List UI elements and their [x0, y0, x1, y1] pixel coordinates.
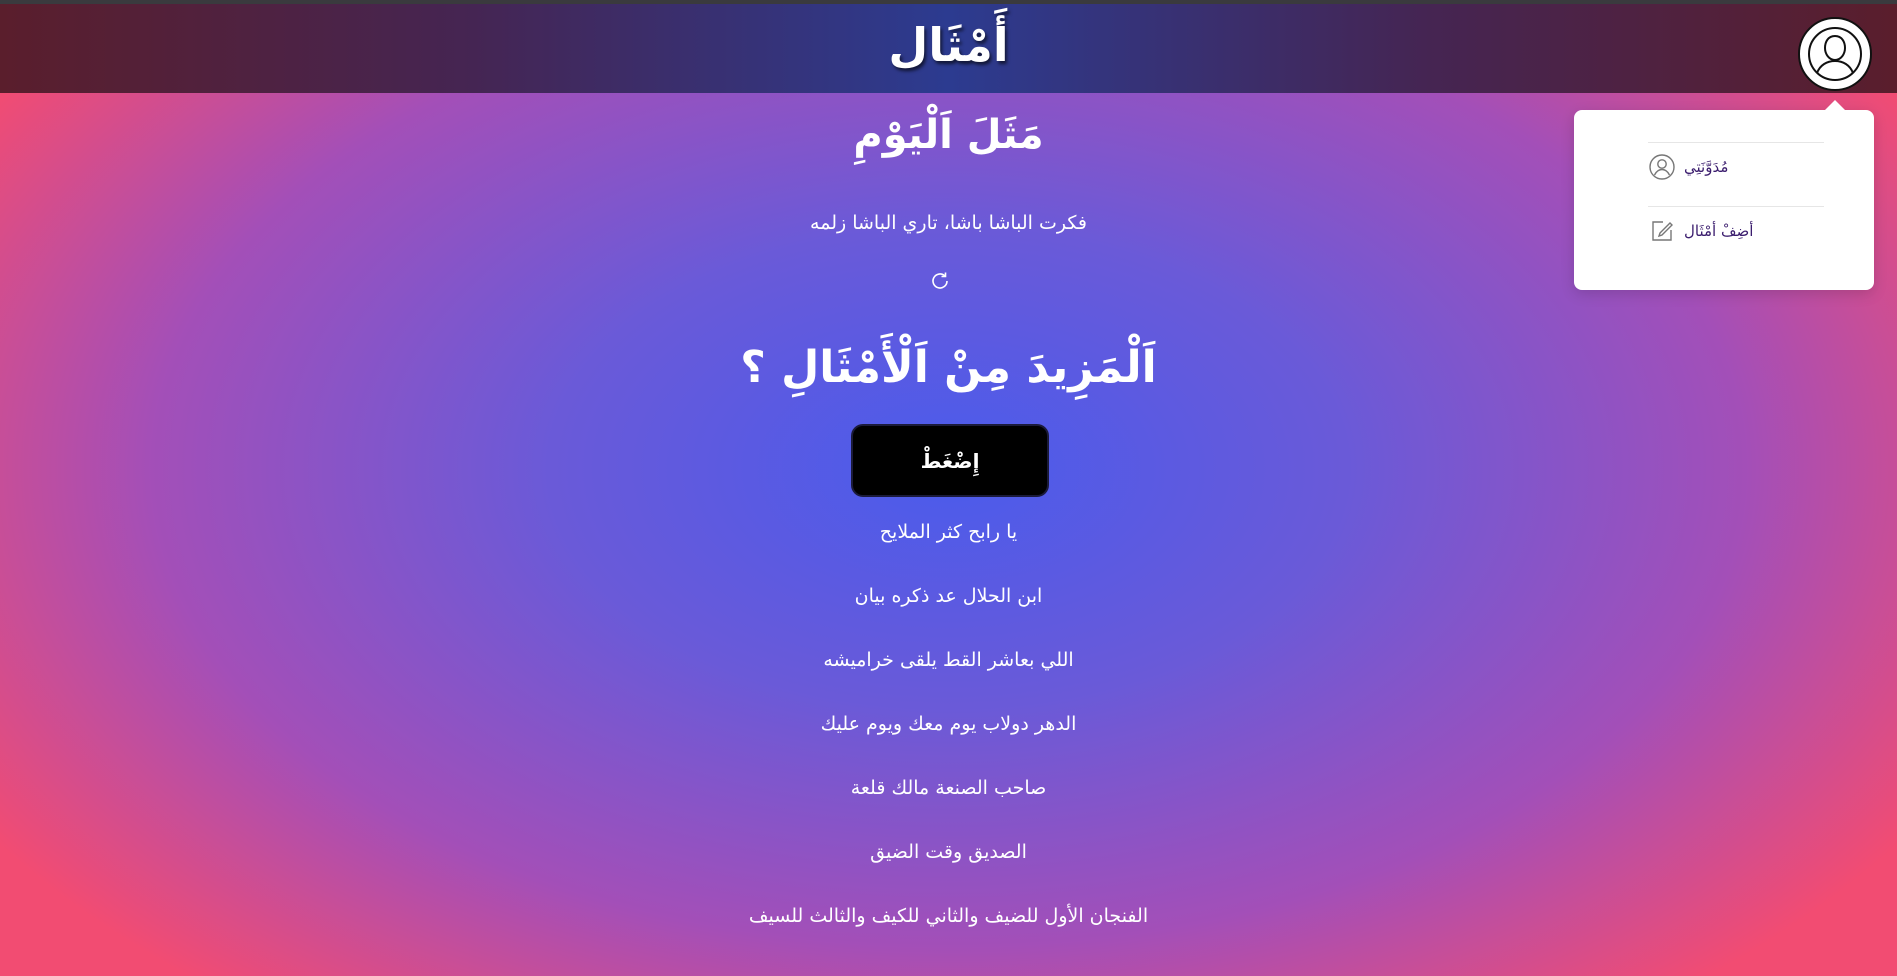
proverb-of-the-day-text: فكرت الباشا باشا، تاري الباشا زلمه	[810, 212, 1087, 234]
site-logo[interactable]: أَمْثَال	[0, 18, 1897, 72]
press-button[interactable]: إِضْغَطْ	[851, 424, 1049, 497]
refresh-button[interactable]	[926, 267, 954, 295]
list-item: صاحب الصنعة مالك قلعة	[850, 777, 1047, 799]
list-item: الدهر دولاب يوم معك ويوم عليك	[820, 713, 1077, 735]
proverbs-list: يا رابح كثر الملايح ابن الحلال عد ذكره ب…	[0, 510, 1897, 958]
user-avatar-button[interactable]	[1798, 17, 1872, 91]
site-header: أَمْثَال	[0, 4, 1897, 93]
list-item: ابن الحلال عد ذكره بيان	[854, 585, 1043, 607]
list-item: يا رابح كثر الملايح	[879, 521, 1018, 543]
dropdown-item-label: مُدَوَّنَتِي	[1684, 158, 1729, 176]
list-item: الفنجان الأول للضيف والثاني للكيف والثال…	[748, 905, 1149, 927]
list-item: اللي بعاشر القط يلقى خراميشه	[823, 649, 1074, 671]
more-proverbs-heading: اَلْمَزِيدَ مِنْ اَلْأَمْثَالِ ؟	[740, 342, 1157, 393]
proverb-of-the-day-heading: مَثَلَ اَلْيَوْمِ	[853, 112, 1044, 158]
dropdown-divider	[1648, 206, 1824, 207]
list-item: الصديق وقت الضيق	[870, 841, 1027, 863]
refresh-icon	[932, 272, 948, 289]
user-avatar-icon	[1808, 27, 1862, 81]
